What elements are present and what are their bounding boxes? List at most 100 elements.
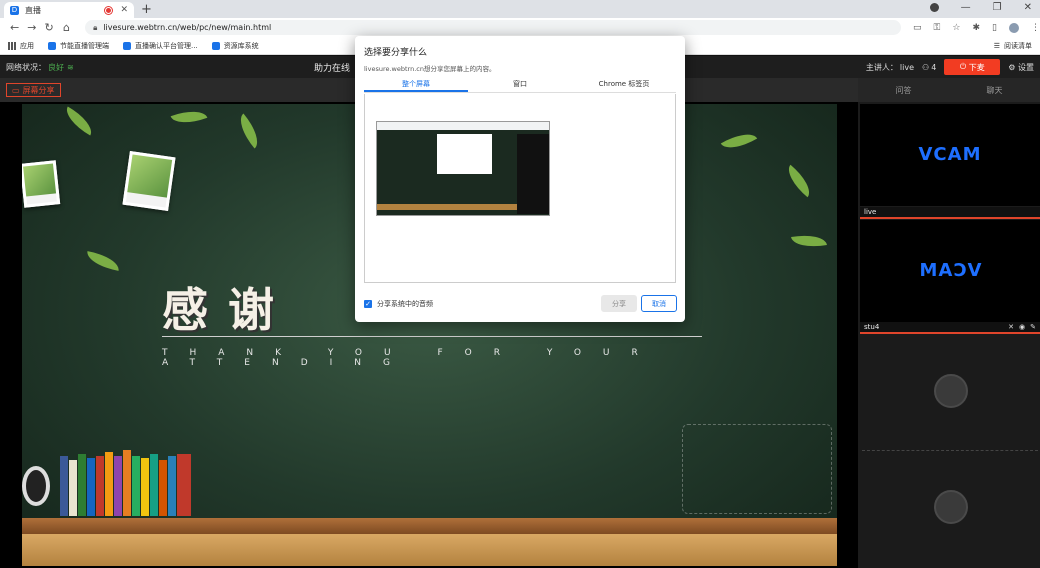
leaf-decoration	[170, 104, 208, 130]
dialog-title: 选择要分享什么	[364, 48, 428, 58]
bookmark-item[interactable]: 节能直播管理端	[48, 41, 109, 51]
leaf-decoration	[85, 251, 121, 271]
share-audio-label: 分享系统中的音频	[377, 300, 433, 308]
panel-tabs: 问答 聊天	[858, 78, 1040, 102]
screen-thumbnail[interactable]	[376, 121, 550, 216]
reading-list[interactable]: ☰ 阅读清单	[994, 41, 1032, 51]
home-icon[interactable]: ⌂	[58, 21, 75, 34]
extensions-icon[interactable]: ✱	[972, 23, 980, 33]
dialog-tabs: 整个屏幕 窗口 Chrome 标签页	[364, 79, 676, 93]
dialog-subtitle: livesure.webtrn.cn想分享您屏幕上的内容。	[364, 65, 496, 73]
end-mic-button[interactable]: ⏻ 下麦	[944, 59, 1001, 75]
network-status: 良好	[48, 62, 64, 72]
window-controls: — ❐ ✕	[929, 2, 1032, 13]
viewer-count: 4	[931, 62, 937, 72]
wifi-icon: ≋	[67, 62, 74, 72]
seat-divider	[862, 450, 1038, 451]
video-tile-live[interactable]: VCAM	[860, 104, 1040, 206]
bookmark-favicon-icon	[123, 41, 131, 50]
bookmark-apps[interactable]: 应用	[8, 41, 34, 51]
url-text: livesure.webtrn.cn/web/pc/new/main.html	[103, 23, 272, 32]
restore-icon[interactable]: ❐	[993, 2, 1002, 13]
menu-icon[interactable]: ⋮	[1031, 23, 1040, 33]
camera-icon[interactable]: ◉	[1019, 323, 1025, 331]
tab-entire-screen[interactable]: 整个屏幕	[364, 79, 468, 92]
screen-icon: ▭	[12, 85, 20, 95]
forward-icon[interactable]: →	[23, 21, 40, 34]
tab-window[interactable]: 窗口	[468, 79, 572, 92]
leaf-decoration	[720, 126, 758, 156]
screen-picker-area	[364, 94, 676, 283]
leaf-decoration	[232, 113, 266, 149]
presenter-label: 主讲人：	[865, 62, 898, 72]
key-icon[interactable]: ⚿	[934, 23, 941, 33]
tab-favicon-icon: D	[10, 5, 19, 15]
slide-shelf	[22, 518, 837, 534]
toolbar-actions: ▭ ⚿ ☆ ✱ ▯ ⋮	[913, 22, 1040, 33]
slide-subtitle: THANK YOU FOR YOUR ATTENDING	[162, 348, 660, 368]
bookmark-item[interactable]: 直播确认平台管理...	[123, 41, 198, 51]
tab-chrome-tab[interactable]: Chrome 标签页	[572, 79, 676, 92]
bookmark-favicon-icon	[48, 41, 56, 50]
empty-seat-avatar	[934, 374, 968, 408]
screen-share-button[interactable]: ▭ 屏幕分享	[6, 83, 61, 97]
browser-tab[interactable]: D 直播 ✕	[4, 2, 134, 18]
checkbox-checked-icon: ✓	[364, 300, 372, 308]
tab-title: 直播	[25, 5, 41, 15]
tile-controls: ✕ ◉ ✎	[1008, 323, 1036, 331]
mic-off-icon: ⏻	[959, 62, 969, 71]
reading-list-icon: ☰	[993, 41, 1000, 50]
new-tab-button[interactable]: +	[141, 2, 152, 17]
bookmark-item[interactable]: 资源库系统	[211, 41, 259, 51]
share-dialog: 选择要分享什么 livesure.webtrn.cn想分享您屏幕上的内容。 整个…	[355, 36, 685, 322]
books-decoration	[60, 450, 191, 516]
sidebar-icon[interactable]: ▯	[992, 23, 997, 33]
profile-avatar[interactable]	[1008, 22, 1019, 33]
clock-icon	[22, 466, 50, 506]
settings-button[interactable]: ⚙ 设置	[1008, 62, 1034, 73]
back-icon[interactable]: ←	[6, 21, 23, 34]
video-tile-stu4[interactable]: VCAM	[860, 220, 1040, 322]
app-title: 助力在线	[314, 63, 351, 74]
tab-chat[interactable]: 聊天	[949, 78, 1040, 102]
camera-feed-text: VCAM	[918, 260, 982, 281]
apps-grid-icon	[8, 41, 16, 50]
address-bar[interactable]: 🔒︎ livesure.webtrn.cn/web/pc/new/main.ht…	[85, 20, 902, 35]
camera-feed-text: VCAM	[918, 144, 982, 165]
reload-icon[interactable]: ↻	[41, 21, 58, 34]
pen-icon[interactable]: ✎	[1030, 323, 1036, 331]
tile-divider	[860, 217, 1040, 219]
star-icon[interactable]: ☆	[952, 23, 960, 33]
slide-title: 感谢	[162, 283, 294, 337]
leaf-decoration	[781, 164, 817, 198]
slide-photo	[122, 151, 176, 211]
browser-tabstrip: D 直播 ✕ + — ❐ ✕	[0, 0, 1040, 18]
slide-photo	[22, 160, 61, 208]
slide-floor	[22, 534, 837, 566]
cancel-button[interactable]: 取消	[641, 295, 677, 312]
bookmark-favicon-icon	[211, 41, 220, 50]
minimize-icon[interactable]: —	[961, 2, 971, 13]
recording-icon	[105, 6, 113, 14]
presenter-name: live	[899, 62, 915, 72]
viewers-icon: ⚇	[922, 62, 930, 72]
chalk-drawing	[682, 424, 832, 514]
profile-dot-icon[interactable]	[929, 3, 939, 12]
share-button[interactable]: 分享	[601, 295, 637, 312]
video-tile-label: live	[860, 207, 1040, 217]
leaf-decoration	[791, 231, 827, 251]
mic-off-icon[interactable]: ✕	[1008, 323, 1014, 331]
share-audio-checkbox[interactable]: ✓ 分享系统中的音频	[364, 299, 433, 309]
leaf-decoration	[60, 106, 98, 136]
tab-qa[interactable]: 问答	[858, 78, 949, 102]
header-right: 主讲人： live ⚇ 4 ⏻ 下麦 ⚙ 设置	[866, 59, 1034, 75]
cast-icon[interactable]: ▭	[913, 23, 922, 33]
close-window-icon[interactable]: ✕	[1024, 2, 1032, 13]
network-label: 网络状况：	[6, 62, 46, 72]
tile-divider	[860, 332, 1040, 334]
close-tab-icon[interactable]: ✕	[120, 5, 128, 15]
empty-seat-avatar	[934, 490, 968, 524]
lock-icon: 🔒︎	[93, 22, 98, 32]
slide-divider	[162, 336, 702, 337]
browser-toolbar: ← → ↻ ⌂ 🔒︎ livesure.webtrn.cn/web/pc/new…	[0, 18, 1040, 37]
